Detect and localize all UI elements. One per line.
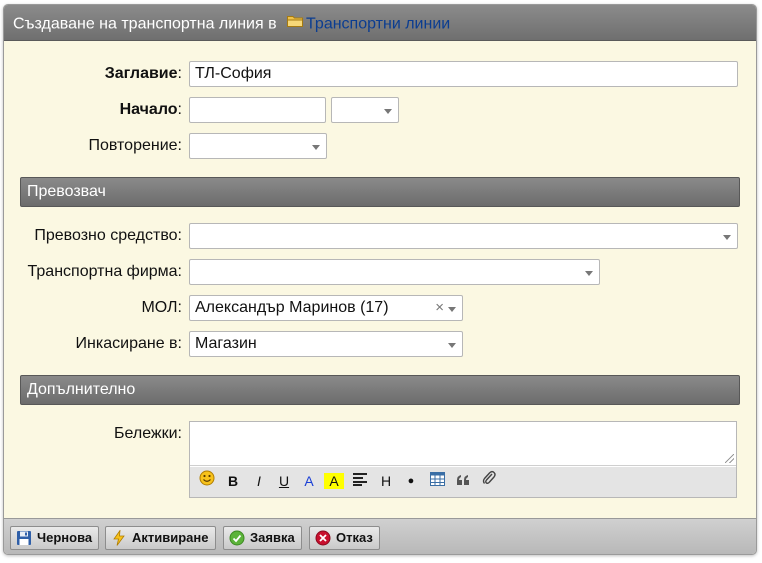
bold-button[interactable]: B xyxy=(223,470,243,492)
mol-row: МОЛ: Александър Маринов (17) × xyxy=(4,295,756,321)
start-label: Начало: xyxy=(119,101,182,118)
resize-handle[interactable] xyxy=(725,454,734,463)
activate-button[interactable]: Активиране xyxy=(105,526,216,550)
align-icon[interactable] xyxy=(350,470,370,492)
vehicle-label: Превозно средство: xyxy=(34,227,182,244)
folder-icon xyxy=(287,5,304,41)
font-color-button[interactable]: A xyxy=(299,470,319,492)
notes-textarea[interactable] xyxy=(190,422,736,466)
title-input[interactable]: ТЛ-София xyxy=(189,61,738,87)
caret-down-icon xyxy=(312,145,320,150)
collect-row: Инкасиране в: Магазин xyxy=(4,331,756,357)
mol-value: Александър Маринов (17) xyxy=(195,299,389,316)
highlight-button[interactable]: A xyxy=(324,473,344,489)
clear-icon[interactable]: × xyxy=(435,296,444,320)
dialog-titlebar: Създаване на транспортна линия в Транспо… xyxy=(4,5,756,41)
dialog-title: Създаване на транспортна линия в xyxy=(13,15,277,33)
caret-down-icon xyxy=(448,343,456,348)
create-transport-line-dialog: Създаване на транспортна линия в Транспо… xyxy=(3,4,757,555)
cancel-button[interactable]: Отказ xyxy=(309,526,380,550)
section-additional-header: Допълнително xyxy=(20,375,740,405)
repeat-row: Повторение: xyxy=(4,133,756,159)
notes-editor: B I U A A H ● xyxy=(189,421,737,498)
start-date-input[interactable] xyxy=(189,97,326,123)
underline-button[interactable]: U xyxy=(274,470,294,492)
save-icon xyxy=(16,530,32,546)
lightning-icon xyxy=(111,529,127,546)
start-time-select[interactable] xyxy=(331,97,399,123)
repeat-label: Повторение: xyxy=(88,137,182,154)
vehicle-row: Превозно средство: xyxy=(4,223,756,249)
collect-select[interactable]: Магазин xyxy=(189,331,463,357)
company-row: Транспортна фирма: xyxy=(4,259,756,285)
collect-value: Магазин xyxy=(195,335,257,352)
company-label: Транспортна фирма: xyxy=(27,263,182,280)
start-row: Начало: xyxy=(4,97,756,123)
caret-down-icon xyxy=(585,271,593,276)
title-row: Заглавие: ТЛ-София xyxy=(4,61,756,87)
bullet-button[interactable]: ● xyxy=(401,470,421,492)
cancel-icon xyxy=(315,530,331,546)
request-button[interactable]: Заявка xyxy=(223,526,302,550)
quote-icon[interactable] xyxy=(453,470,473,492)
heading-button[interactable]: H xyxy=(376,470,396,492)
title-label: Заглавие: xyxy=(104,65,182,82)
mol-label: МОЛ: xyxy=(141,299,182,316)
dialog-button-bar: Чернова Активиране Заявка Отказ xyxy=(4,518,756,554)
caret-down-icon xyxy=(723,235,731,240)
folder-link[interactable]: Транспортни линии xyxy=(306,16,450,33)
company-select[interactable] xyxy=(189,259,600,285)
mol-select[interactable]: Александър Маринов (17) × xyxy=(189,295,463,321)
notes-label: Бележки: xyxy=(113,425,182,442)
collect-label: Инкасиране в: xyxy=(75,335,182,352)
attach-icon[interactable] xyxy=(479,470,499,492)
check-icon xyxy=(229,530,245,546)
smiley-icon[interactable] xyxy=(197,470,217,492)
editor-toolbar: B I U A A H ● xyxy=(190,467,736,497)
section-carrier-header: Превозвач xyxy=(20,177,740,207)
draft-button[interactable]: Чернова xyxy=(10,526,100,550)
caret-down-icon xyxy=(384,109,392,114)
italic-button[interactable]: I xyxy=(249,470,269,492)
vehicle-select[interactable] xyxy=(189,223,738,249)
repeat-select[interactable] xyxy=(189,133,327,159)
table-icon[interactable] xyxy=(427,470,447,492)
caret-down-icon xyxy=(448,307,456,312)
